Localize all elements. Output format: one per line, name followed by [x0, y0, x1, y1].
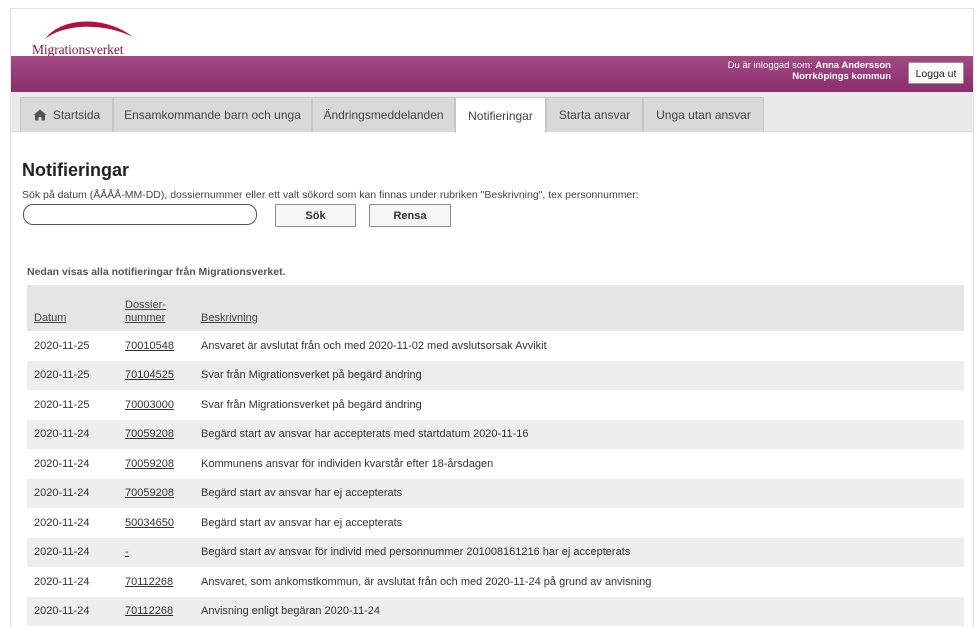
municipality-name: Norrköpings kommun	[792, 70, 891, 82]
login-prefix: Du är inloggad som:	[727, 60, 813, 71]
table-row: 2020-11-24 50034650 Begärd start av ansv…	[27, 508, 964, 538]
table-row: 2020-11-24 70059208 Kommunens ansvar för…	[27, 449, 964, 479]
tab-startsida[interactable]: Startsida	[20, 97, 113, 132]
tab-label: Unga utan ansvar	[656, 108, 751, 122]
dossier-link[interactable]: 70010548	[125, 340, 174, 352]
header-bar: Du är inloggad som: Anna Andersson Norrk…	[11, 56, 973, 92]
cell-date: 2020-11-24	[34, 605, 90, 618]
tab-ensamkommande[interactable]: Ensamkommande barn och unga	[113, 97, 312, 132]
dossier-link[interactable]: 70104525	[125, 369, 174, 381]
cell-dossier: 70104525	[125, 361, 174, 391]
dossier-link[interactable]: 70003000	[125, 399, 174, 411]
cell-dossier: 70059208	[125, 479, 174, 509]
table-row: 2020-11-24 70112268 Anvisning enligt beg…	[27, 596, 964, 627]
tab-andringsmeddelanden[interactable]: Ändringsmeddelanden	[312, 97, 455, 132]
table-row: 2020-11-24 70059208 Begärd start av ansv…	[27, 478, 964, 509]
tab-label: Notifieringar	[468, 108, 533, 123]
tab-label: Ändringsmeddelanden	[323, 108, 444, 122]
search-input[interactable]	[23, 204, 257, 225]
cell-dossier: 70003000	[125, 390, 174, 420]
tab-unga-utan-ansvar[interactable]: Unga utan ansvar	[643, 97, 764, 132]
tab-label: Starta ansvar	[558, 108, 631, 122]
dossier-link[interactable]: 70059208	[125, 487, 174, 499]
cell-date: 2020-11-24	[34, 546, 90, 559]
home-icon	[33, 109, 47, 121]
cell-date: 2020-11-24	[34, 487, 90, 500]
user-name: Anna Andersson	[815, 60, 891, 71]
tab-label: Startsida	[52, 108, 101, 122]
dossier-link[interactable]: 70112268	[125, 605, 173, 617]
clear-button[interactable]: Rensa	[369, 204, 451, 227]
cell-date: 2020-11-25	[34, 369, 90, 382]
page-title: Notifieringar	[22, 160, 130, 180]
notifications-table: Datum Dossier- nummer Beskrivning 2020-1…	[27, 285, 964, 626]
tab-label: Ensamkommande barn och unga	[124, 108, 301, 122]
column-header-description[interactable]: Beskrivning	[201, 312, 258, 325]
table-row: 2020-11-25 70104525 Svar från Migrations…	[27, 360, 964, 391]
cell-description: Svar från Migrationsverket på begärd änd…	[201, 369, 422, 382]
table-row: 2020-11-24 70059208 Begärd start av ansv…	[27, 419, 964, 450]
cell-description: Anvisning enligt begäran 2020-11-24	[201, 605, 380, 618]
search-button[interactable]: Sök	[275, 204, 356, 227]
cell-date: 2020-11-25	[34, 339, 90, 352]
tab-bar: Startsida Ensamkommande barn och unga Än…	[11, 92, 973, 133]
cell-date: 2020-11-24	[34, 516, 90, 529]
table-row: 2020-11-25 70010548 Ansvaret är avslutat…	[27, 331, 964, 361]
column-header-dossier-line1: Dossier-	[125, 299, 166, 311]
cell-dossier: 70112268	[125, 597, 173, 627]
cell-dossier: 70010548	[125, 331, 174, 361]
column-header-dossier-line2: nummer	[125, 312, 166, 324]
cell-date: 2020-11-25	[34, 398, 90, 411]
intro-text: Nedan visas alla notifieringar från Migr…	[27, 266, 286, 278]
app-frame: Migrationsverket Du är inloggad som: Ann…	[10, 8, 974, 628]
table-row: 2020-11-25 70003000 Svar från Migrations…	[27, 390, 964, 420]
logo-arc-icon	[45, 21, 133, 39]
dossier-link[interactable]: 50034650	[125, 517, 174, 529]
cell-date: 2020-11-24	[34, 457, 90, 470]
column-header-date[interactable]: Datum	[34, 312, 66, 325]
cell-dossier: 70112268	[125, 567, 173, 597]
search-help-text: Sök på datum (ÅÅÅÅ-MM-DD), dossiernummer…	[22, 189, 639, 201]
table-header: Datum Dossier- nummer Beskrivning	[27, 285, 964, 331]
cell-date: 2020-11-24	[34, 575, 90, 588]
cell-description: Ansvaret är avslutat från och med 2020-1…	[201, 339, 547, 352]
dossier-link[interactable]: 70059208	[125, 428, 174, 440]
cell-dossier: 70059208	[125, 420, 174, 450]
cell-dossier: 70059208	[125, 449, 174, 479]
cell-description: Begärd start av ansvar har ej accepterat…	[201, 516, 403, 529]
dossier-link[interactable]: 70112268	[125, 576, 173, 588]
cell-date: 2020-11-24	[34, 428, 90, 441]
dossier-link[interactable]: 70059208	[125, 458, 174, 470]
table-row: 2020-11-24 - Begärd start av ansvar för …	[27, 537, 964, 568]
cell-description: Begärd start av ansvar för individ med p…	[201, 546, 631, 559]
dossier-link[interactable]: -	[125, 546, 129, 558]
cell-dossier: -	[125, 538, 129, 568]
table-row: 2020-11-24 70112268 Ansvaret, som ankoms…	[27, 567, 964, 597]
tab-notifieringar[interactable]: Notifieringar	[455, 97, 546, 133]
cell-description: Begärd start av ansvar har accepterats m…	[201, 428, 529, 441]
cell-description: Ansvaret, som ankomstkommun, är avslutat…	[201, 575, 652, 588]
cell-description: Kommunens ansvar för individen kvarstår …	[201, 457, 494, 470]
tab-starta-ansvar[interactable]: Starta ansvar	[546, 97, 643, 132]
logout-button[interactable]: Logga ut	[908, 62, 964, 84]
logo[interactable]: Migrationsverket	[31, 15, 151, 59]
cell-description: Svar från Migrationsverket på begärd änd…	[201, 398, 422, 411]
cell-description: Begärd start av ansvar har ej accepterat…	[201, 487, 403, 500]
column-header-dossier[interactable]: Dossier- nummer	[125, 299, 166, 325]
login-info: Du är inloggad som: Anna Andersson Norrk…	[727, 60, 891, 82]
cell-dossier: 50034650	[125, 508, 174, 538]
